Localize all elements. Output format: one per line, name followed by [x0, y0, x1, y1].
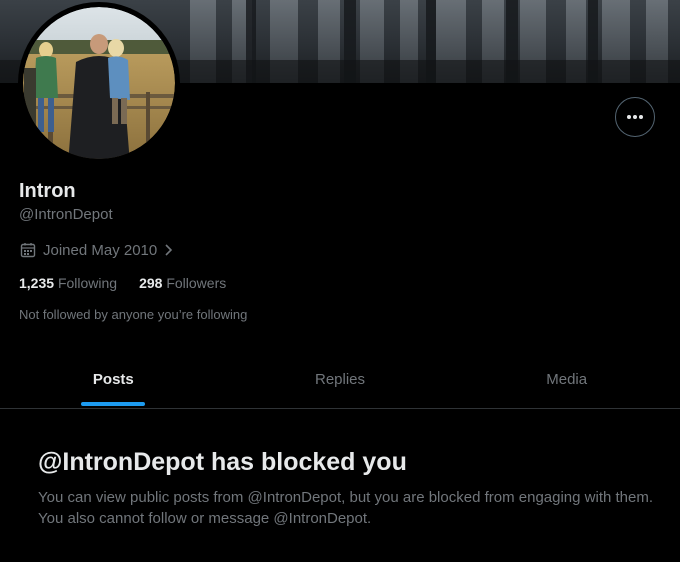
not-followed-notice: Not followed by anyone you’re following: [19, 307, 248, 322]
more-options-button[interactable]: [615, 97, 655, 137]
active-tab-indicator: [81, 402, 146, 406]
avatar-photo: [19, 3, 179, 163]
profile-tabs: Posts Replies Media: [0, 350, 680, 409]
following-link[interactable]: 1,235 Following: [19, 274, 117, 292]
profile-display-name: Intron: [19, 180, 76, 202]
tab-media-label: Media: [546, 370, 588, 388]
blocked-message: You can view public posts from @IntronDe…: [38, 489, 654, 527]
followers-link[interactable]: 298 Followers: [139, 274, 226, 292]
chevron-right-icon: [163, 243, 173, 257]
following-count: 1,235: [19, 275, 55, 291]
profile-avatar[interactable]: [18, 2, 180, 164]
tab-replies[interactable]: Replies: [227, 350, 454, 408]
calendar-icon: [20, 242, 36, 258]
blocked-title: @IntronDepot has blocked you: [38, 448, 407, 476]
more-icon: [625, 114, 645, 120]
followers-label: Followers: [166, 275, 227, 291]
follow-stats: 1,235 Following 298 Followers: [19, 274, 248, 292]
following-label: Following: [57, 275, 118, 291]
joined-date-link[interactable]: Joined May 2010: [20, 239, 173, 261]
profile-handle: @IntronDepot: [19, 206, 113, 223]
tab-posts[interactable]: Posts: [0, 350, 227, 408]
tab-replies-label: Replies: [314, 370, 366, 388]
joined-date-text: Joined May 2010: [43, 241, 158, 259]
tab-media[interactable]: Media: [453, 350, 680, 408]
tab-posts-label: Posts: [92, 370, 134, 388]
followers-count: 298: [139, 275, 163, 291]
